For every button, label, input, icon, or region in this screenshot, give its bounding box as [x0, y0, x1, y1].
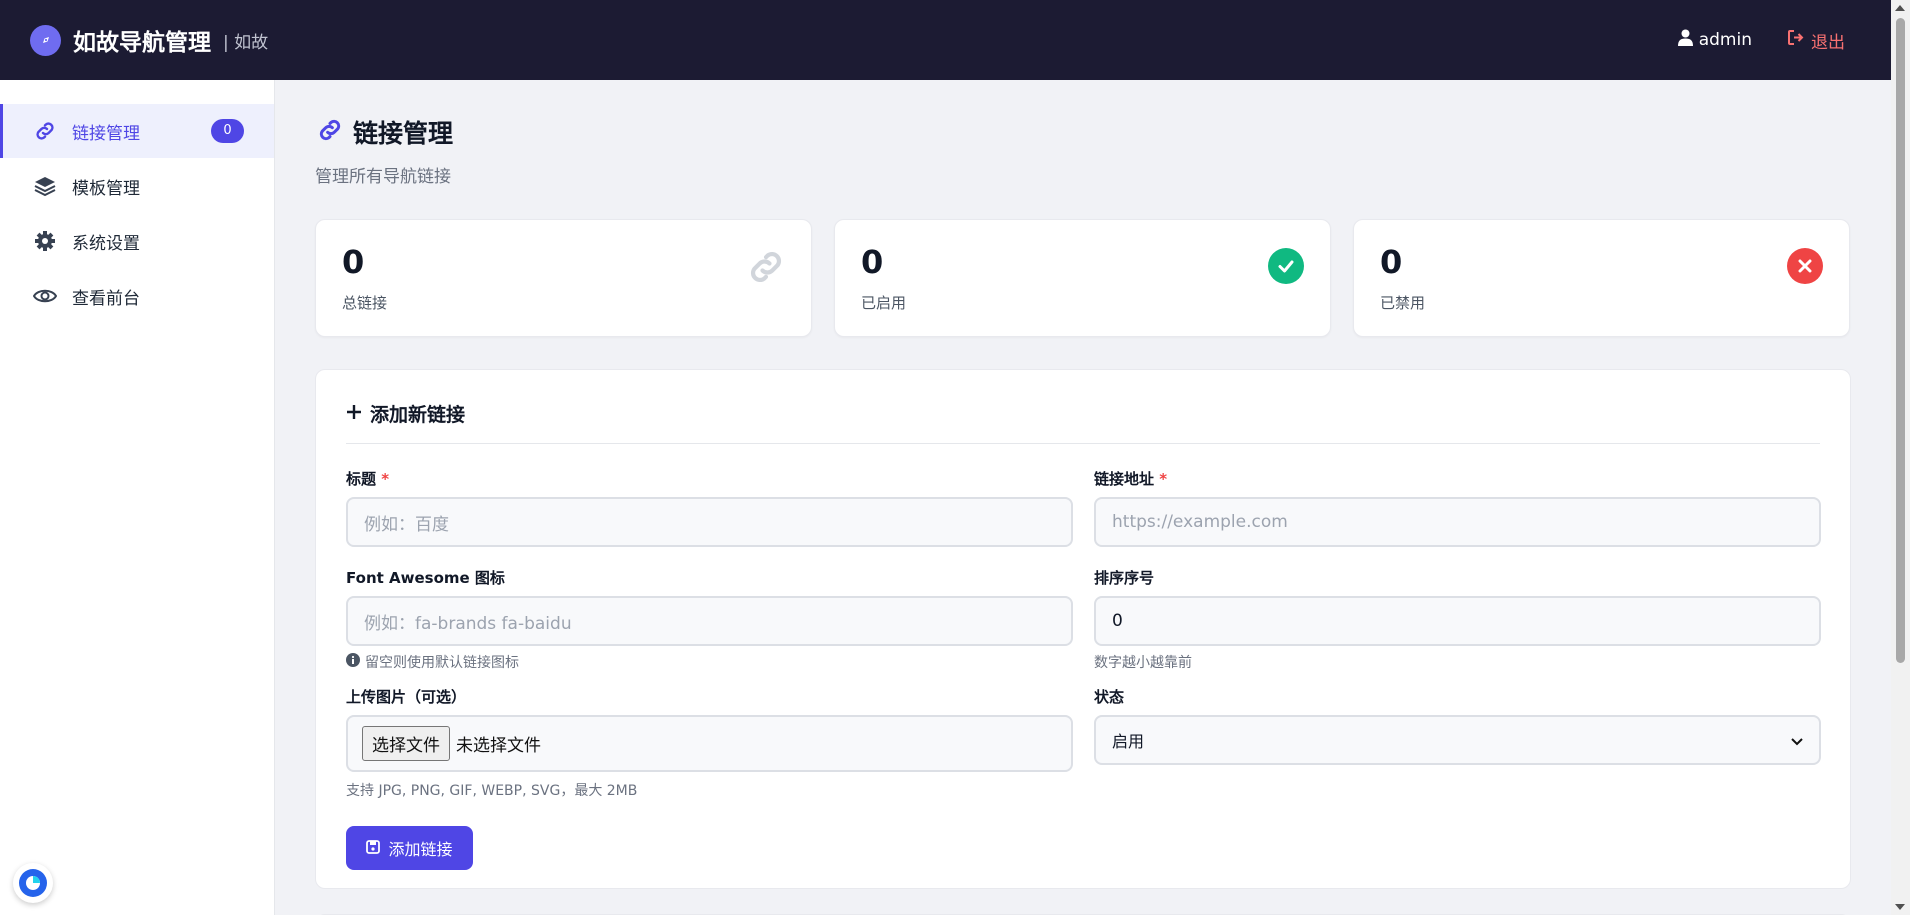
add-link-form: 添加新链接 标题 * 例如：百度 链接地址 * https://example.… [315, 369, 1851, 889]
sidebar-item-label: 模板管理 [72, 178, 140, 199]
required-mark: * [381, 470, 390, 488]
sidebar-item-label: 系统设置 [72, 233, 140, 254]
title-label: 标题 * [346, 470, 390, 488]
page-subtitle: 管理所有导航链接 [315, 167, 451, 187]
scrollbar-thumb[interactable] [1896, 18, 1905, 663]
stat-card-total: 0 总链接 [315, 219, 812, 337]
username: admin [1698, 30, 1752, 50]
sidebar-item-label: 链接管理 [72, 123, 140, 144]
image-label: 上传图片（可选） [346, 688, 467, 706]
add-link-button[interactable]: 添加链接 [346, 826, 473, 870]
link-icon [745, 246, 787, 288]
stat-value: 0 [1380, 243, 1403, 281]
stat-value: 0 [861, 243, 884, 281]
status-select[interactable]: 启用 [1094, 715, 1821, 765]
icon-input[interactable]: 例如：fa-brands fa-baidu [346, 596, 1073, 646]
required-mark: * [1159, 470, 1168, 488]
choose-file-button[interactable]: 选择文件 [362, 726, 450, 761]
sidebar: 链接管理 0 模板管理 系统设置 查看前台 [0, 80, 275, 915]
image-hint: 支持 JPG, PNG, GIF, WEBP, SVG，最大 2MB [346, 783, 638, 799]
compass-icon [30, 24, 61, 56]
link-icon [315, 116, 345, 148]
eye-icon [32, 283, 58, 309]
logout-label: 退出 [1811, 32, 1845, 53]
logout-button[interactable]: 退出 [1788, 28, 1845, 53]
stat-label: 总链接 [342, 294, 388, 312]
user-menu[interactable]: admin [1677, 29, 1752, 51]
info-icon [346, 653, 360, 671]
chevron-down-icon [1791, 731, 1803, 750]
image-file-input[interactable]: 选择文件 未选择文件 [346, 715, 1073, 772]
page-title: 链接管理 [353, 119, 454, 148]
stat-card-disabled: 0 已禁用 [1353, 219, 1850, 337]
sidebar-item-label: 查看前台 [72, 288, 140, 309]
sidebar-item-settings[interactable]: 系统设置 [0, 214, 274, 268]
plus-icon [346, 404, 362, 424]
status-label: 状态 [1094, 688, 1125, 706]
order-hint: 数字越小越靠前 [1094, 655, 1192, 671]
file-status: 未选择文件 [456, 736, 541, 756]
page-scrollbar[interactable] [1891, 0, 1910, 915]
top-navbar: 如故导航管理 | 如故 admin 退出 [0, 0, 1891, 80]
user-icon [1677, 29, 1693, 51]
scroll-down-arrow[interactable] [1895, 904, 1905, 910]
app-subtitle: | 如故 [223, 32, 269, 53]
sidebar-item-view-frontend[interactable]: 查看前台 [0, 269, 274, 323]
scroll-up-arrow[interactable] [1895, 5, 1905, 11]
title-input[interactable]: 例如：百度 [346, 497, 1073, 547]
link-icon [32, 118, 58, 144]
form-title: 添加新链接 [370, 404, 466, 426]
sign-out-icon [1788, 30, 1805, 50]
check-circle-icon [1268, 248, 1304, 284]
assistant-icon [19, 869, 47, 897]
floating-assistant-button[interactable] [13, 863, 53, 903]
url-label: 链接地址 * [1094, 470, 1168, 488]
sidebar-item-links[interactable]: 链接管理 0 [0, 104, 274, 158]
x-circle-icon [1787, 248, 1823, 284]
order-label: 排序序号 [1094, 569, 1155, 587]
stat-card-enabled: 0 已启用 [834, 219, 1331, 337]
main-content: 链接管理 管理所有导航链接 0 总链接 0 已启用 0 已禁用 添加新链接 标题… [275, 80, 1891, 915]
app-title: 如故导航管理 [73, 30, 211, 56]
sidebar-item-templates[interactable]: 模板管理 [0, 159, 274, 213]
stats-row: 0 总链接 0 已启用 0 已禁用 [315, 219, 1851, 337]
icon-label: Font Awesome 图标 [346, 569, 505, 587]
icon-hint: 留空则使用默认链接图标 [346, 652, 1073, 672]
order-input[interactable]: 0 [1094, 596, 1821, 646]
url-input[interactable]: https://example.com [1094, 497, 1821, 547]
stat-label: 已启用 [861, 294, 907, 312]
gear-icon [32, 228, 58, 254]
layers-icon [32, 173, 58, 199]
save-icon [366, 839, 381, 858]
stat-value: 0 [342, 243, 365, 281]
links-count-badge: 0 [211, 119, 244, 143]
stat-label: 已禁用 [1380, 294, 1426, 312]
